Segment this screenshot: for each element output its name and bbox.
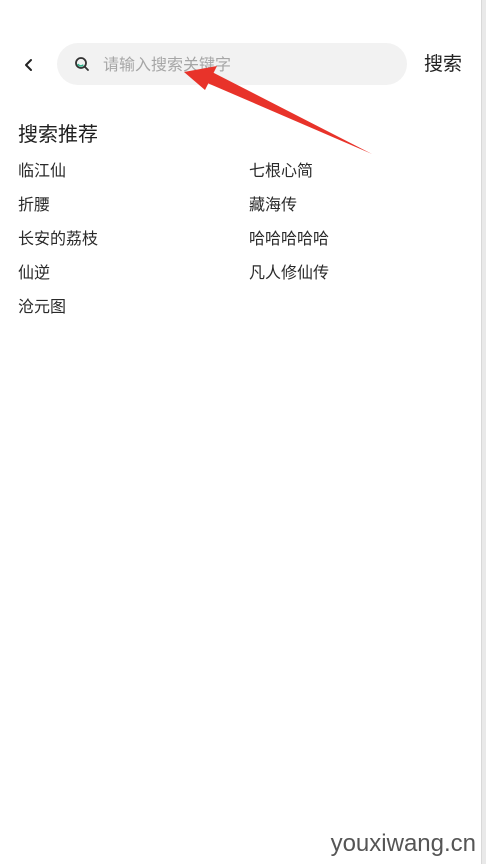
recommend-item[interactable]: 藏海传 bbox=[249, 190, 458, 224]
search-box[interactable] bbox=[57, 43, 407, 85]
recommend-list: 临江仙 七根心简 折腰 藏海传 长安的荔枝 哈哈哈哈哈 仙逆 凡人修仙传 沧元图 bbox=[18, 156, 458, 326]
recommend-item[interactable]: 临江仙 bbox=[18, 156, 249, 190]
back-button[interactable] bbox=[14, 50, 44, 80]
watermark: youxiwang.cn bbox=[330, 830, 476, 857]
recommend-item[interactable]: 长安的荔枝 bbox=[18, 224, 249, 258]
search-input[interactable] bbox=[103, 43, 393, 85]
recommend-title: 搜索推荐 bbox=[18, 122, 98, 146]
search-icon bbox=[75, 57, 89, 71]
recommend-item[interactable]: 折腰 bbox=[18, 190, 249, 224]
recommend-item[interactable]: 沧元图 bbox=[18, 292, 249, 326]
chevron-left-icon bbox=[25, 59, 32, 71]
recommend-item[interactable]: 七根心简 bbox=[249, 156, 458, 190]
recommend-item[interactable]: 凡人修仙传 bbox=[249, 258, 458, 292]
recommend-item[interactable]: 仙逆 bbox=[18, 258, 249, 292]
search-button[interactable]: 搜索 bbox=[424, 50, 462, 78]
recommend-item[interactable]: 哈哈哈哈哈 bbox=[249, 224, 458, 258]
search-header: 搜索 bbox=[0, 0, 486, 130]
